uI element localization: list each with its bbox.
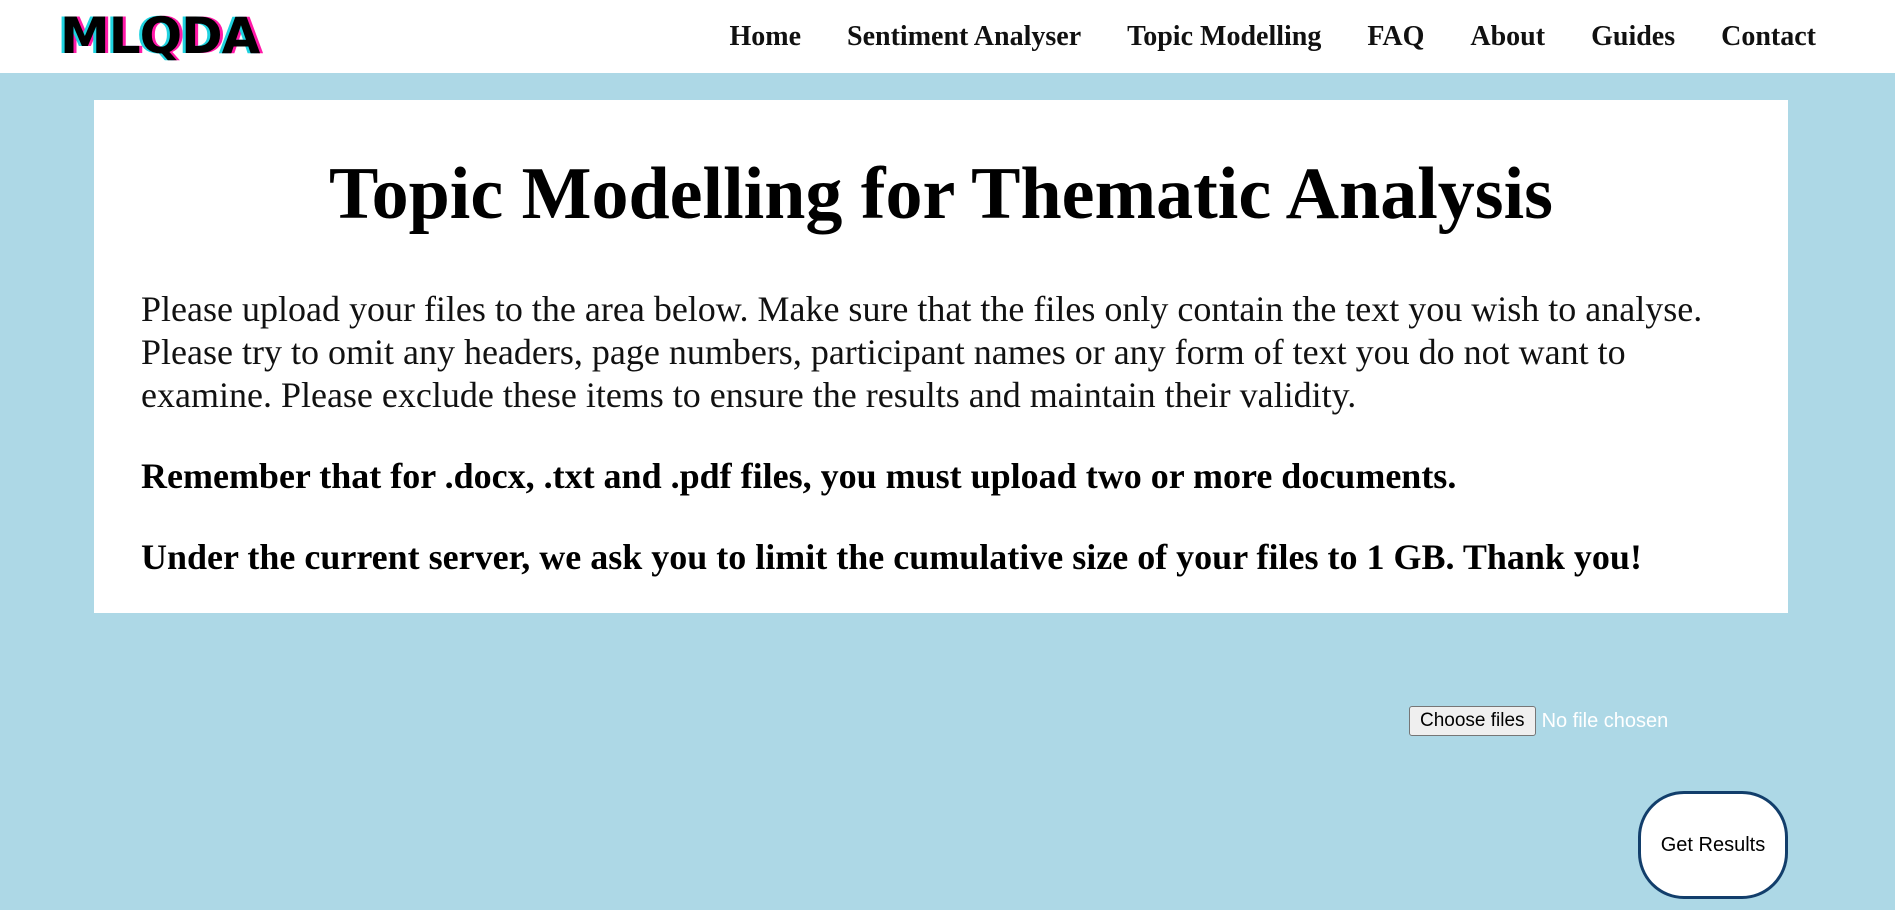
nav-link-guides[interactable]: Guides bbox=[1591, 21, 1675, 53]
nav-link-topic-modelling[interactable]: Topic Modelling bbox=[1127, 21, 1321, 53]
page-title: Topic Modelling for Thematic Analysis bbox=[329, 153, 1553, 235]
file-upload: Choose files No file chosen bbox=[1409, 706, 1668, 736]
file-format-note: Remember that for .docx, .txt and .pdf f… bbox=[141, 456, 1457, 496]
nav-link-about[interactable]: About bbox=[1470, 21, 1545, 53]
nav-link-sentiment-analyser[interactable]: Sentiment Analyser bbox=[847, 21, 1081, 53]
site-header: MLQDA Home Sentiment Analyser Topic Mode… bbox=[0, 0, 1895, 73]
upload-instructions: Please upload your files to the area bel… bbox=[141, 289, 1703, 415]
choose-files-button[interactable]: Choose files bbox=[1409, 706, 1536, 736]
nav-link-contact[interactable]: Contact bbox=[1721, 21, 1816, 53]
site-logo[interactable]: MLQDA bbox=[60, 6, 260, 66]
instructions-card: Topic Modelling for Thematic Analysis Pl… bbox=[94, 100, 1788, 613]
file-status: No file chosen bbox=[1541, 709, 1669, 732]
file-size-note: Under the current server, we ask you to … bbox=[141, 537, 1642, 577]
get-results-button[interactable]: Get Results bbox=[1638, 791, 1788, 899]
nav-link-home[interactable]: Home bbox=[729, 21, 801, 53]
main-nav: Home Sentiment Analyser Topic Modelling … bbox=[683, 0, 1816, 73]
nav-link-faq[interactable]: FAQ bbox=[1367, 21, 1424, 53]
